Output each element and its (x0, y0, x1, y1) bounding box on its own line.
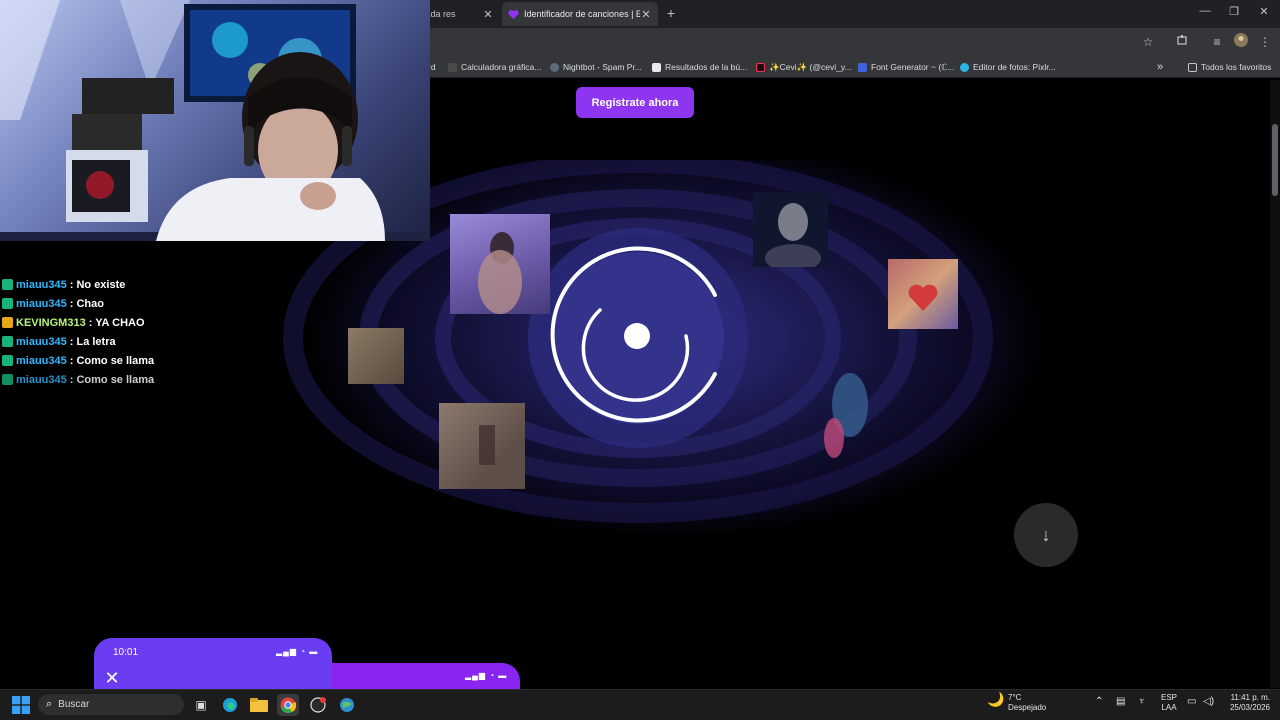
folder-icon (1188, 62, 1197, 72)
minimize-button[interactable]: — (1190, 5, 1220, 17)
tray-app-icon[interactable]: ▤ (1116, 697, 1125, 707)
chat-username: KEVINGM313 (16, 316, 86, 329)
new-tab-button[interactable]: + (662, 5, 680, 21)
chat-badge-icon (2, 336, 13, 347)
globe-app-icon[interactable] (336, 694, 358, 716)
search-icon: ⌕ (46, 698, 53, 710)
tiktok-icon (756, 62, 765, 72)
maximize-button[interactable]: ❐ (1219, 5, 1249, 18)
close-icon: ✕ (104, 668, 120, 688)
stream-chat: miauu345 : No existe miauu345 : Chao KEV… (2, 275, 262, 389)
chat-text: : Como se llama (69, 373, 155, 386)
obs-icon[interactable] (307, 694, 329, 716)
tab-close-icon[interactable]: ✕ (640, 8, 652, 21)
album-thumbnail (348, 328, 404, 384)
microphone-icon[interactable]: ♆ (1138, 697, 1146, 707)
chat-badge-icon (2, 355, 13, 366)
bookmark-item[interactable]: Font Generator ~ (ℂ... (858, 60, 954, 74)
windows-start-icon[interactable] (12, 696, 30, 714)
close-window-button[interactable]: ✕ (1249, 5, 1279, 18)
heart-favicon-icon (508, 9, 519, 20)
chat-username: miauu345 (16, 278, 67, 291)
chat-text: : YA CHAO (88, 316, 145, 329)
file-explorer-icon[interactable] (248, 694, 270, 716)
chat-badge-icon (2, 374, 13, 385)
register-now-button[interactable]: Regístrate ahora (576, 87, 694, 118)
chat-text: : No existe (69, 278, 126, 291)
chat-username: miauu345 (16, 297, 67, 310)
chat-username: miauu345 (16, 373, 67, 386)
star-bookmark-icon[interactable]: ☆ (1139, 33, 1157, 51)
bookmark-item[interactable]: Nightbot - Spam Pr... (550, 60, 642, 74)
bookmarks-overflow-button[interactable]: » (1157, 60, 1163, 74)
weather-moon-icon[interactable]: 🌙 (987, 692, 1004, 706)
search-label: Buscar (58, 699, 90, 710)
chat-badge-icon (2, 298, 13, 309)
media-control-icon[interactable]: ≡ (1208, 33, 1226, 51)
chat-text: : La letra (69, 335, 116, 348)
phone-status-icons: ▂▄▆ ◔ ▬ (276, 647, 319, 656)
chat-message: miauu345 : Como se llama (2, 370, 262, 389)
chat-username: miauu345 (16, 354, 67, 367)
taskbar-search[interactable]: ⌕ Buscar (38, 694, 184, 715)
nightbot-icon (550, 62, 559, 72)
network-icon[interactable]: ▭ (1187, 697, 1196, 707)
album-thumbnail (888, 259, 958, 329)
font-icon (858, 62, 867, 72)
bookmark-item[interactable]: ✨Cevi✨ (@cevi_y... (756, 60, 852, 74)
album-thumbnail (439, 403, 525, 489)
clock[interactable]: 11:41 p. m. 25/03/2026 (1224, 693, 1270, 713)
desmos-icon (448, 62, 457, 72)
extensions-icon[interactable] (1173, 33, 1191, 51)
tab-close-icon[interactable]: ✕ (482, 8, 494, 21)
task-view-icon[interactable]: ▣ (190, 694, 212, 716)
bookmark-item[interactable]: Editor de fotos: Pixlr... (960, 60, 1056, 74)
scroll-down-button[interactable]: ↓ (1014, 503, 1078, 567)
webcam-feed-image (0, 0, 430, 241)
show-hidden-icons-chevron-icon[interactable]: ⌃ (1095, 697, 1103, 707)
chat-badge-icon (2, 317, 13, 328)
volume-icon[interactable]: ◁) (1203, 697, 1214, 707)
chat-badge-icon (2, 279, 13, 290)
chat-message: miauu345 : Como se llama (2, 351, 262, 370)
profile-avatar-icon[interactable] (1232, 33, 1250, 51)
chat-text: : Como se llama (69, 354, 155, 367)
scrollbar-thumb[interactable] (1272, 124, 1278, 196)
screen: to ayuda res ✕ Identificador de cancione… (0, 0, 1280, 720)
chrome-icon[interactable] (277, 694, 299, 716)
album-thumbnail (753, 192, 828, 272)
edge-icon[interactable] (219, 694, 241, 716)
phone-time: 10:01 (113, 647, 139, 658)
language-indicator[interactable]: ESP LAA (1161, 693, 1177, 713)
pixlr-icon (960, 62, 969, 72)
chat-text: : Chao (69, 297, 104, 310)
bookmark-item[interactable]: Resultados de la bú... (652, 60, 747, 74)
album-thumbnail (450, 214, 550, 314)
bookmark-item[interactable]: Calculadora gráfica... (448, 60, 541, 74)
webcam-overlay (0, 0, 430, 241)
page-icon (652, 62, 661, 72)
weather-widget[interactable]: 7°C Despejado (1008, 693, 1046, 713)
all-favorites-button[interactable]: Todos los favoritos (1188, 60, 1271, 74)
chat-username: miauu345 (16, 335, 67, 348)
browser-tab-active[interactable]: Identificador de canciones | En ✕ (502, 2, 658, 26)
chat-message: miauu345 : No existe (2, 275, 262, 294)
chat-message: miauu345 : Chao (2, 294, 262, 313)
album-thumbnail (810, 360, 882, 465)
phone-status-icons: ▂▄▆ ◔ ▬ (465, 671, 508, 680)
chat-message: miauu345 : La letra (2, 332, 262, 351)
menu-kebab-icon[interactable]: ⋮ (1256, 33, 1274, 51)
clock-time: 11:41 p. m. (1230, 693, 1270, 702)
tab-label: Identificador de canciones | En (524, 9, 640, 19)
weather-temp: 7°C (1008, 693, 1022, 702)
weather-desc: Despejado (1008, 703, 1047, 712)
chat-message: KEVINGM313 : YA CHAO (2, 313, 262, 332)
clock-date: 25/03/2026 (1229, 703, 1270, 712)
